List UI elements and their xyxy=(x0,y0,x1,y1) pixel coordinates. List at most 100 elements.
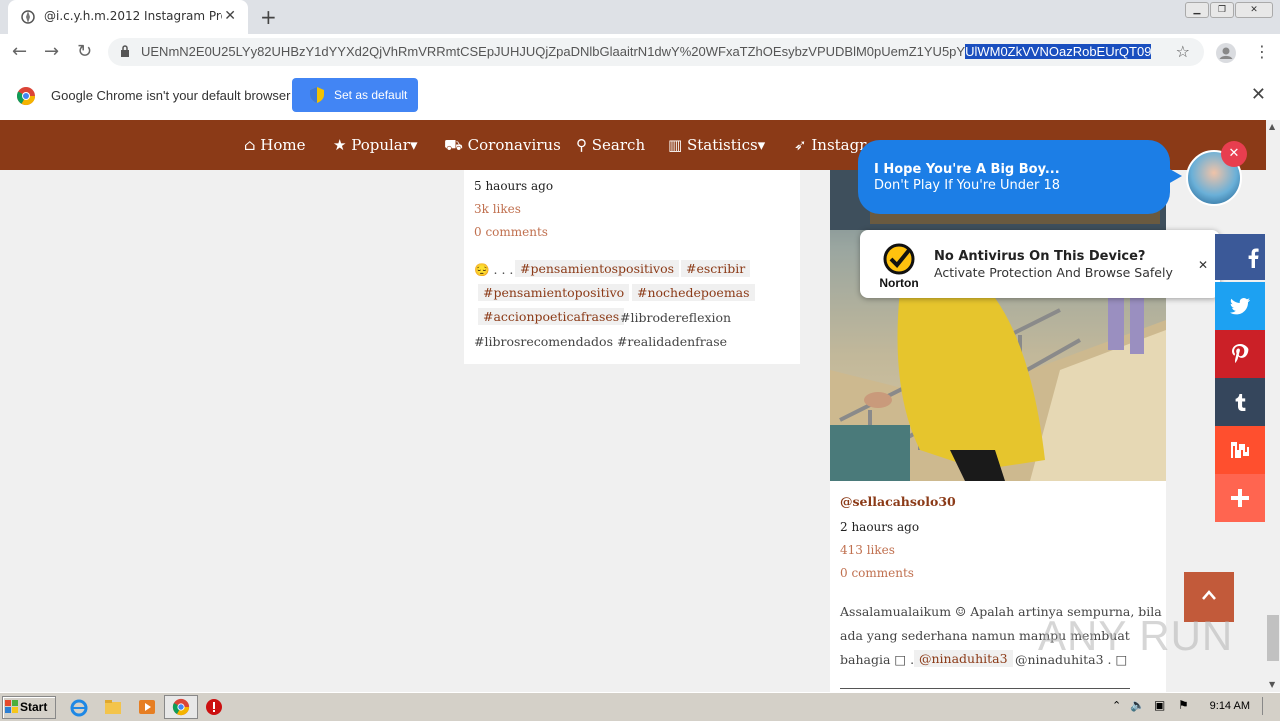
page-scrollbar[interactable]: ▲ ▼ xyxy=(1266,120,1280,692)
scroll-down-arrow-icon[interactable]: ▼ xyxy=(1269,680,1275,689)
url-selected: UlWM0ZkVVNOazRobEUrQT09 xyxy=(965,44,1152,59)
facebook-share-button[interactable] xyxy=(1215,234,1265,280)
tumblr-icon xyxy=(1235,394,1246,411)
tab-close-icon[interactable]: ✕ xyxy=(224,8,236,24)
file-explorer-icon[interactable] xyxy=(104,699,122,715)
chrome-logo-icon xyxy=(172,698,190,716)
address-bar[interactable]: UENmN2E0U25LYy82UHBzY1dYYXd2QjVhRmVRRmtC… xyxy=(108,38,1204,66)
bubble-tail xyxy=(1168,168,1182,184)
nav-search[interactable]: ⚲ Search xyxy=(576,136,645,154)
post-photo-image xyxy=(830,170,1166,481)
paper-plane-icon: ➶ xyxy=(794,136,807,154)
nav-statistics[interactable]: ▥ Statistics▾ xyxy=(668,136,765,154)
twitter-share-button[interactable] xyxy=(1215,282,1265,330)
caption-text: #librosrecomendados #realidadenfrase xyxy=(474,334,728,349)
hashtag[interactable]: #escribir xyxy=(681,260,751,277)
default-browser-infobar: Google Chrome isn't your default browser… xyxy=(0,72,1280,121)
caret-down-icon: ▾ xyxy=(409,136,418,154)
nav-coronavirus[interactable]: ⛟ Coronavirus xyxy=(444,136,561,156)
back-arrow-icon[interactable]: ← xyxy=(12,41,27,62)
popup-close-icon[interactable]: ✕ xyxy=(1221,141,1247,167)
nav-home[interactable]: ⌂ Home xyxy=(244,136,305,154)
forward-arrow-icon[interactable]: → xyxy=(44,41,59,62)
restore-window-button[interactable]: ❐ xyxy=(1210,2,1234,18)
tumblr-share-button[interactable] xyxy=(1215,378,1265,426)
menu-dots-icon[interactable]: ⋮ xyxy=(1254,42,1270,61)
infobar-close-icon[interactable]: ✕ xyxy=(1251,84,1266,105)
nav-instagram[interactable]: ➶ Instagr xyxy=(794,136,866,154)
url-text[interactable]: UENmN2E0U25LYy82UHBzY1dYYXd2QjVhRmVRRmtC… xyxy=(141,44,1152,59)
nav-home-label: Home xyxy=(260,136,306,154)
action-center-flag-icon[interactable]: ⚑ xyxy=(1178,698,1189,712)
nav-popular-label: Popular xyxy=(351,136,410,154)
post-comments[interactable]: 0 comments xyxy=(474,225,548,239)
twitter-icon xyxy=(1230,298,1250,315)
mix-share-button[interactable] xyxy=(1215,426,1265,474)
star-icon: ★ xyxy=(333,136,347,154)
hashtag[interactable]: #pensamientospositivos xyxy=(515,260,680,277)
nav-popular[interactable]: ★ Popular▾ xyxy=(333,136,417,154)
tray-expand-icon[interactable]: ⌃ xyxy=(1112,699,1121,712)
norton-close-icon[interactable]: ✕ xyxy=(1198,258,1208,272)
popup-line2: Don't Play If You're Under 18 xyxy=(874,178,1060,193)
norton-brand: Norton xyxy=(879,276,918,290)
norton-ad-popup[interactable]: Norton No Antivirus On This Device? Acti… xyxy=(860,230,1220,298)
popup-line1: I Hope You're A Big Boy... xyxy=(874,162,1060,177)
infobar-message: Google Chrome isn't your default browser xyxy=(51,88,291,103)
post-username[interactable]: @sellacahsolo30 xyxy=(840,494,956,509)
media-player-icon[interactable] xyxy=(138,699,156,715)
norton-line2: Activate Protection And Browse Safely xyxy=(934,265,1173,280)
post-likes[interactable]: 3k likes xyxy=(474,202,521,216)
caption-text: #librodereflexion xyxy=(620,310,732,325)
post-card: 5 haours ago 3k likes 0 comments 😔 . . .… xyxy=(464,170,800,364)
set-default-label: Set as default xyxy=(334,88,408,102)
post-comments[interactable]: 0 comments xyxy=(840,566,914,580)
scroll-up-arrow-icon[interactable]: ▲ xyxy=(1269,122,1275,131)
minimize-window-button[interactable]: ▁ xyxy=(1185,2,1209,18)
chevron-up-icon xyxy=(1202,590,1216,600)
post-likes[interactable]: 413 likes xyxy=(840,543,895,557)
stop-sign-icon[interactable] xyxy=(206,699,222,715)
bookmark-star-icon[interactable]: ☆ xyxy=(1176,42,1190,61)
caption-text: bahagia □ . xyxy=(840,652,915,667)
taskbar-chrome-button[interactable] xyxy=(164,695,198,719)
show-desktop-button[interactable] xyxy=(1262,697,1275,715)
taskbar-clock: 9:14 AM xyxy=(1209,700,1250,712)
scrollbar-thumb[interactable] xyxy=(1267,615,1279,661)
tab-strip: @i.c.y.h.m.2012 Instagram Profile | ✕ + … xyxy=(0,0,1280,34)
volume-icon[interactable]: 🔈 xyxy=(1130,698,1145,712)
new-tab-icon[interactable]: + xyxy=(260,5,277,29)
reload-icon[interactable]: ↻ xyxy=(77,41,92,62)
browser-tab[interactable]: @i.c.y.h.m.2012 Instagram Profile | ✕ xyxy=(8,0,248,34)
mix-icon xyxy=(1231,442,1249,458)
network-icon[interactable]: ▣ xyxy=(1154,698,1165,712)
search-icon: ⚲ xyxy=(576,136,587,154)
more-share-button[interactable] xyxy=(1215,474,1265,522)
start-button[interactable]: Start xyxy=(2,696,56,719)
close-window-button[interactable]: ✕ xyxy=(1235,2,1273,18)
plus-icon xyxy=(1231,489,1249,507)
pinterest-share-button[interactable] xyxy=(1215,330,1265,378)
hashtag[interactable]: #pensamientopositivo xyxy=(478,284,630,301)
hashtag[interactable]: #accionpoeticafrases xyxy=(478,308,625,325)
anyrun-watermark: ANY RUN xyxy=(1038,612,1234,659)
post-time: 5 haours ago xyxy=(474,179,554,193)
ambulance-icon: ⛟ xyxy=(444,136,463,154)
hashtag[interactable]: #nochedepoemas xyxy=(632,284,755,301)
profile-avatar-icon[interactable] xyxy=(1216,43,1236,63)
windows-taskbar: Start ⌃ 🔈 ▣ ⚑ 9:14 AM xyxy=(0,692,1280,721)
site-favicon-icon xyxy=(21,10,35,24)
caption-prefix: 😔 . . . xyxy=(474,262,514,277)
shield-icon xyxy=(310,87,324,103)
internet-explorer-icon[interactable] xyxy=(70,699,88,717)
adult-ad-popup[interactable]: I Hope You're A Big Boy... Don't Play If… xyxy=(858,140,1182,214)
post-photo[interactable] xyxy=(830,170,1166,481)
set-default-button[interactable]: Set as default xyxy=(292,78,418,112)
norton-line1: No Antivirus On This Device? xyxy=(934,249,1146,264)
caret-down-icon: ▾ xyxy=(757,136,766,154)
start-label: Start xyxy=(20,700,48,714)
nav-instagram-label: Instagr xyxy=(811,136,867,154)
url-normal: UENmN2E0U25LYy82UHBzY1dYYXd2QjVhRmVRRmtC… xyxy=(141,44,966,59)
lock-icon xyxy=(121,45,129,57)
mention-tag[interactable]: @ninaduhita3 xyxy=(914,650,1013,667)
